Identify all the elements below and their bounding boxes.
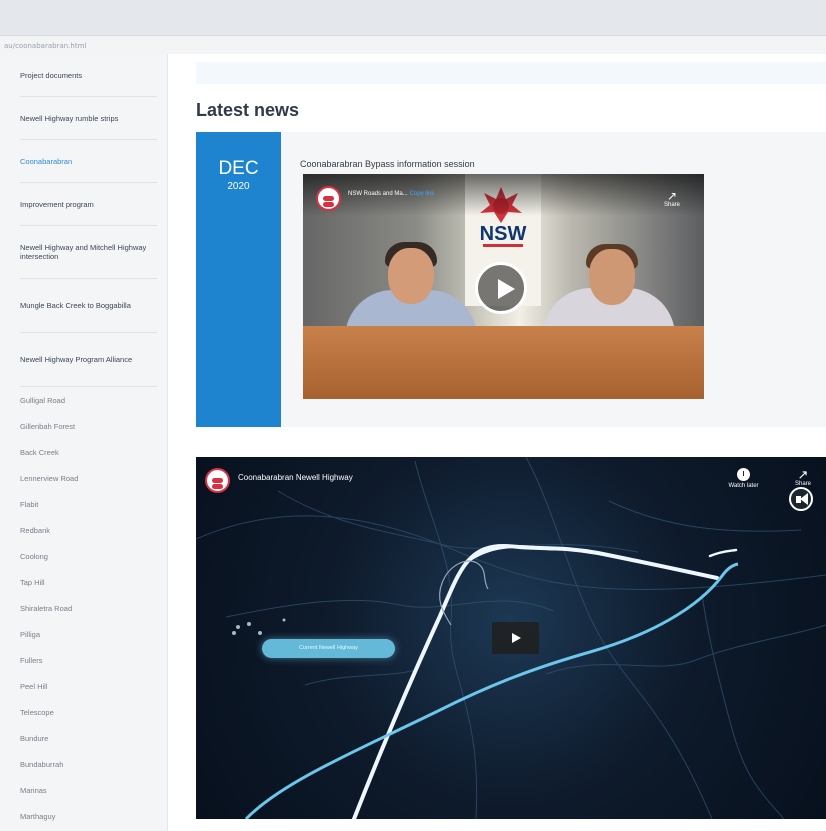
sidebar-item-label: Marinas	[20, 785, 47, 795]
sidebar-item-gillenbah-forest[interactable]: Gillenbah Forest	[20, 413, 167, 439]
sidebar-item-bundaburrah[interactable]: Bundaburrah	[20, 751, 167, 777]
sidebar-item-label: Tap Hill	[20, 577, 45, 587]
sidebar-item-label: Shiraletra Road	[20, 603, 73, 613]
date-month: DEC	[218, 158, 259, 179]
news-card: DEC 2020 Coonabarabran Bypass informatio…	[196, 132, 826, 427]
sidebar-item-label: Back Creek	[20, 447, 59, 457]
channel-logo-icon[interactable]	[205, 468, 230, 493]
share-button[interactable]: ↗ Share	[663, 190, 681, 208]
mute-icon[interactable]	[789, 487, 813, 511]
sidebar-item-peel-hill[interactable]: Peel Hill	[20, 673, 167, 699]
browser-top-bar	[0, 0, 826, 36]
video-channel-title[interactable]: NSW Roads and Ma... Copy link	[348, 191, 434, 197]
sidebar-item-improvement-program[interactable]: Improvement program	[20, 183, 157, 226]
sidebar-item-label: Newell Highway and Mitchell Highway inte…	[20, 243, 147, 261]
sidebar-item-label: Coonabarabran	[20, 156, 73, 166]
sidebar-item-lennerview-road[interactable]: Lennerview Road	[20, 465, 167, 491]
play-icon[interactable]	[475, 262, 527, 314]
sidebar-item-pilliga[interactable]: Pilliga	[20, 621, 167, 647]
sidebar-item-redbank[interactable]: Redbank	[20, 517, 167, 543]
date-badge: DEC 2020	[196, 132, 281, 427]
watch-later-button[interactable]: Watch later	[716, 468, 771, 489]
sidebar-item-fullers[interactable]: Fullers	[20, 647, 167, 673]
sidebar-item-label: Marthaguy	[20, 811, 56, 821]
highway-label: Current Newell Highway	[262, 639, 395, 658]
sidebar-item-label: Fullers	[20, 655, 43, 665]
sidebar-item-label: Lennerview Road	[20, 473, 79, 483]
newell-highway-video[interactable]: Coonabarabran Newell Highway Watch later…	[196, 457, 826, 819]
section-sidebar: Project documents Newell Highway rumble …	[0, 54, 168, 831]
sidebar-item-label: Newell Highway Program Alliance	[20, 355, 133, 364]
sidebar-item-bundure[interactable]: Bundure	[20, 725, 167, 751]
sidebar-item-marthaguy[interactable]: Marthaguy	[20, 803, 167, 829]
sidebar-item-label: Pilliga	[20, 629, 41, 639]
sidebar-item-mitchell-intersection[interactable]: Newell Highway and Mitchell Highway inte…	[20, 226, 157, 279]
page-title: Latest news	[196, 100, 300, 120]
sidebar-item-gulligal-road[interactable]: Gulligal Road	[20, 387, 167, 413]
sidebar-item-label: Project documents	[20, 70, 83, 80]
play-icon[interactable]	[492, 622, 539, 654]
breadcrumb-strip	[196, 62, 826, 84]
sidebar-item-label: Gulligal Road	[20, 395, 66, 405]
sidebar-item-label: Peel Hill	[20, 681, 48, 691]
sidebar-item-label: Flabit	[20, 499, 39, 509]
sidebar-item-marinas[interactable]: Marinas	[20, 777, 167, 803]
sidebar-item-label: Bundaburrah	[20, 759, 64, 769]
sidebar-item-label: Bundure	[20, 733, 49, 743]
sidebar-item-coonabarabran[interactable]: Coonabarabran	[20, 140, 157, 183]
news-title[interactable]: Coonabarabran Bypass information session	[300, 159, 475, 169]
nsw-red-line	[483, 244, 523, 247]
sidebar-item-label: Newell Highway rumble strips	[20, 113, 119, 123]
sidebar-item-label: Gillenbah Forest	[20, 421, 76, 431]
sidebar-item-label: Improvement program	[20, 199, 94, 209]
sidebar-item-label: Telescope	[20, 707, 54, 717]
sidebar-item-telescope[interactable]: Telescope	[20, 699, 167, 725]
date-year: 2020	[227, 181, 250, 192]
sidebar-item-tap-hill[interactable]: Tap Hill	[20, 569, 167, 595]
sidebar-item-program-alliance[interactable]: Newell Highway Program Alliance	[20, 333, 157, 387]
channel-logo-icon[interactable]	[316, 186, 341, 211]
share-icon: ↗	[666, 189, 678, 203]
sidebar-item-project-documents[interactable]: Project documents	[20, 54, 157, 97]
sidebar-item-coolong[interactable]: Coolong	[20, 543, 167, 569]
main-content: Latest news DEC 2020 Coonabarabran Bypas…	[168, 54, 826, 831]
sidebar-item-shiraletra-road[interactable]: Shiraletra Road	[20, 595, 167, 621]
sidebar-item-back-creek[interactable]: Back Creek	[20, 439, 167, 465]
browser-url[interactable]: au/coonabarabran.html	[0, 36, 826, 54]
video-title[interactable]: Coonabarabran Newell Highway	[238, 473, 353, 482]
sidebar-item-label: Mungle Back Creek to Boggabilla	[20, 301, 131, 310]
share-icon: ↗	[797, 467, 809, 482]
share-button[interactable]: ↗ Share	[789, 468, 817, 487]
information-session-video[interactable]: NSW NSW Roads and Ma... Copy link ↗ Share	[303, 174, 704, 399]
sidebar-item-label: Redbank	[20, 525, 51, 535]
desk	[303, 326, 704, 399]
sidebar-item-label: Coolong	[20, 551, 48, 561]
sidebar-item-rumble-strips[interactable]: Newell Highway rumble strips	[20, 97, 157, 140]
copy-link[interactable]: Copy link	[410, 191, 435, 197]
sidebar-item-mungle-back-creek[interactable]: Mungle Back Creek to Boggabilla	[20, 279, 157, 333]
sidebar-item-flabit[interactable]: Flabit	[20, 491, 167, 517]
nsw-banner-text: NSW	[479, 223, 527, 245]
clock-icon	[737, 468, 750, 481]
